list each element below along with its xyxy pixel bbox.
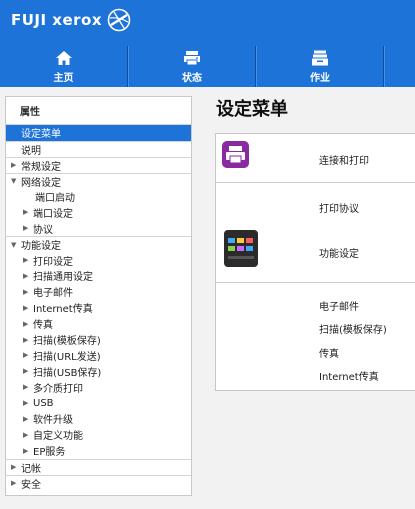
link-function-settings[interactable]: 功能设定 xyxy=(319,245,359,260)
sidebar-item-general-settings[interactable]: ▶ 常规设定 xyxy=(6,156,191,173)
sidebar-item-label: 软件升级 xyxy=(33,415,73,427)
sidebar-item-label: Internet传真 xyxy=(33,304,93,316)
tab-status[interactable]: 状态 xyxy=(128,46,256,87)
arrow-right-icon: ▶ xyxy=(23,256,29,265)
sidebar-item-label: USB xyxy=(33,397,54,409)
sidebar-item-port-activation[interactable]: 端口启动 xyxy=(6,189,191,205)
arrow-right-icon: ▶ xyxy=(23,399,29,408)
sidebar-item-software-update[interactable]: ▶ 软件升级 xyxy=(6,411,191,427)
sidebar-item-label: 电子邮件 xyxy=(33,288,73,300)
link-email[interactable]: 电子邮件 xyxy=(319,298,359,313)
sidebar-item-description[interactable]: 说明 xyxy=(6,140,191,157)
sidebar-item-email[interactable]: ▶ 电子邮件 xyxy=(6,284,191,300)
arrow-right-icon: ▶ xyxy=(23,351,29,360)
sidebar-header: 属性 xyxy=(6,97,191,125)
main-nav: 主页 状态 作业 xyxy=(0,46,415,87)
sidebar-item-custom-function[interactable]: ▶ 自定义功能 xyxy=(6,427,191,443)
arrow-right-icon: ▶ xyxy=(11,463,17,472)
sidebar-item-settings-menu[interactable]: 设定菜单 xyxy=(6,125,191,141)
xerox-sphere-icon xyxy=(107,8,131,32)
arrow-right-icon: ▶ xyxy=(23,335,29,344)
link-print-protocol[interactable]: 打印协议 xyxy=(319,200,359,215)
sidebar-item-label: 说明 xyxy=(21,145,41,157)
sidebar-item-label: 扫描(USB保存) xyxy=(33,367,102,379)
section-divider xyxy=(216,182,415,183)
sidebar-item-fax[interactable]: ▶ 传真 xyxy=(6,316,191,332)
tab-home-label: 主页 xyxy=(53,72,74,84)
sidebar-item-label: 协议 xyxy=(33,224,53,236)
tab-status-label: 状态 xyxy=(182,72,202,84)
arrow-down-icon: ▼ xyxy=(11,240,17,249)
settings-menu-panel: 连接和打印 打印协议 功能设定 电子邮件 扫描(模板保存) 传真 Interne… xyxy=(215,133,415,391)
sidebar-item-label: 常规设定 xyxy=(21,161,61,173)
brand-name: FUJI xerox xyxy=(11,11,103,29)
sidebar-item-label: 扫描(URL发送) xyxy=(33,351,101,363)
arrow-right-icon: ▶ xyxy=(23,383,29,392)
sidebar-item-label: EP服务 xyxy=(33,447,66,459)
sidebar-item-label: 打印设定 xyxy=(33,256,73,268)
arrow-right-icon: ▶ xyxy=(23,303,29,312)
sidebar-item-internet-fax[interactable]: ▶ Internet传真 xyxy=(6,300,191,316)
function-settings-icon xyxy=(224,230,258,267)
sidebar-item-label: 端口启动 xyxy=(35,193,75,204)
status-icon xyxy=(184,50,200,65)
sidebar-item-scan-common[interactable]: ▶ 扫描通用设定 xyxy=(6,268,191,284)
tab-job[interactable]: 作业 xyxy=(256,46,384,87)
sidebar-item-usb[interactable]: ▶ USB xyxy=(6,395,191,411)
sidebar-item-ep-service[interactable]: ▶ EP服务 xyxy=(6,443,191,459)
sidebar-item-label: 端口设定 xyxy=(33,208,73,220)
job-icon xyxy=(312,50,328,65)
section-divider xyxy=(216,282,415,283)
arrow-right-icon: ▶ xyxy=(23,224,29,233)
home-icon xyxy=(55,50,72,65)
arrow-right-icon: ▶ xyxy=(23,319,29,328)
arrow-down-icon: ▼ xyxy=(11,177,17,186)
arrow-right-icon: ▶ xyxy=(11,161,17,170)
sidebar-item-scan-template[interactable]: ▶ 扫描(模板保存) xyxy=(6,332,191,348)
link-internet-fax[interactable]: Internet传真 xyxy=(319,368,379,383)
sidebar-item-scan-usb[interactable]: ▶ 扫描(USB保存) xyxy=(6,363,191,379)
printer-icon xyxy=(222,141,249,168)
arrow-right-icon: ▶ xyxy=(11,479,17,488)
arrow-right-icon: ▶ xyxy=(23,430,29,439)
arrow-right-icon: ▶ xyxy=(23,208,29,217)
top-bar: FUJI xerox 主页 状态 作业 xyxy=(0,0,415,87)
sidebar-item-function-settings[interactable]: ▼ 功能设定 xyxy=(6,236,191,252)
arrow-right-icon: ▶ xyxy=(23,271,29,280)
sidebar-item-scan-url[interactable]: ▶ 扫描(URL发送) xyxy=(6,347,191,363)
link-connection-print[interactable]: 连接和打印 xyxy=(319,152,369,167)
tab-job-label: 作业 xyxy=(310,72,330,84)
sidebar-item-label: 传真 xyxy=(33,320,53,332)
properties-sidebar: 属性 设定菜单 说明 ▶ 常规设定 ▼ 网络设定 端口启动 ▶ 端口设定 ▶ 协议 ▼ 功… xyxy=(5,96,192,496)
sidebar-item-security[interactable]: ▶ 安全 xyxy=(6,474,191,491)
sidebar-item-label: 扫描(模板保存) xyxy=(33,336,101,348)
sidebar-item-network-settings[interactable]: ▼ 网络设定 xyxy=(6,172,191,189)
page-title: 设定菜单 xyxy=(216,99,288,120)
brand-logo: FUJI xerox xyxy=(11,8,131,32)
arrow-right-icon: ▶ xyxy=(23,446,29,455)
link-fax[interactable]: 传真 xyxy=(319,345,339,360)
sidebar-item-accounting[interactable]: ▶ 记帐 xyxy=(6,458,191,475)
arrow-right-icon: ▶ xyxy=(23,414,29,423)
arrow-right-icon: ▶ xyxy=(23,287,29,296)
arrow-right-icon: ▶ xyxy=(23,367,29,376)
sidebar-item-media-print[interactable]: ▶ 多介质打印 xyxy=(6,379,191,395)
sidebar-item-label: 扫描通用设定 xyxy=(33,272,93,284)
sidebar-item-label: 自定义功能 xyxy=(33,431,83,443)
sidebar-item-label: 设定菜单 xyxy=(21,129,61,141)
sidebar-item-protocol[interactable]: ▶ 协议 xyxy=(6,220,191,236)
sidebar-item-label: 功能设定 xyxy=(21,241,61,253)
sidebar-item-label: 多介质打印 xyxy=(33,383,83,395)
sidebar-item-label: 网络设定 xyxy=(21,177,61,189)
tab-home[interactable]: 主页 xyxy=(0,46,128,87)
sidebar-item-label: 记帐 xyxy=(21,463,41,475)
sidebar-item-label: 安全 xyxy=(21,479,41,491)
link-scan-template[interactable]: 扫描(模板保存) xyxy=(319,321,387,336)
sidebar-item-print-settings[interactable]: ▶ 打印设定 xyxy=(6,252,191,268)
tab-more[interactable] xyxy=(384,46,415,87)
sidebar-item-port-settings[interactable]: ▶ 端口设定 xyxy=(6,204,191,220)
